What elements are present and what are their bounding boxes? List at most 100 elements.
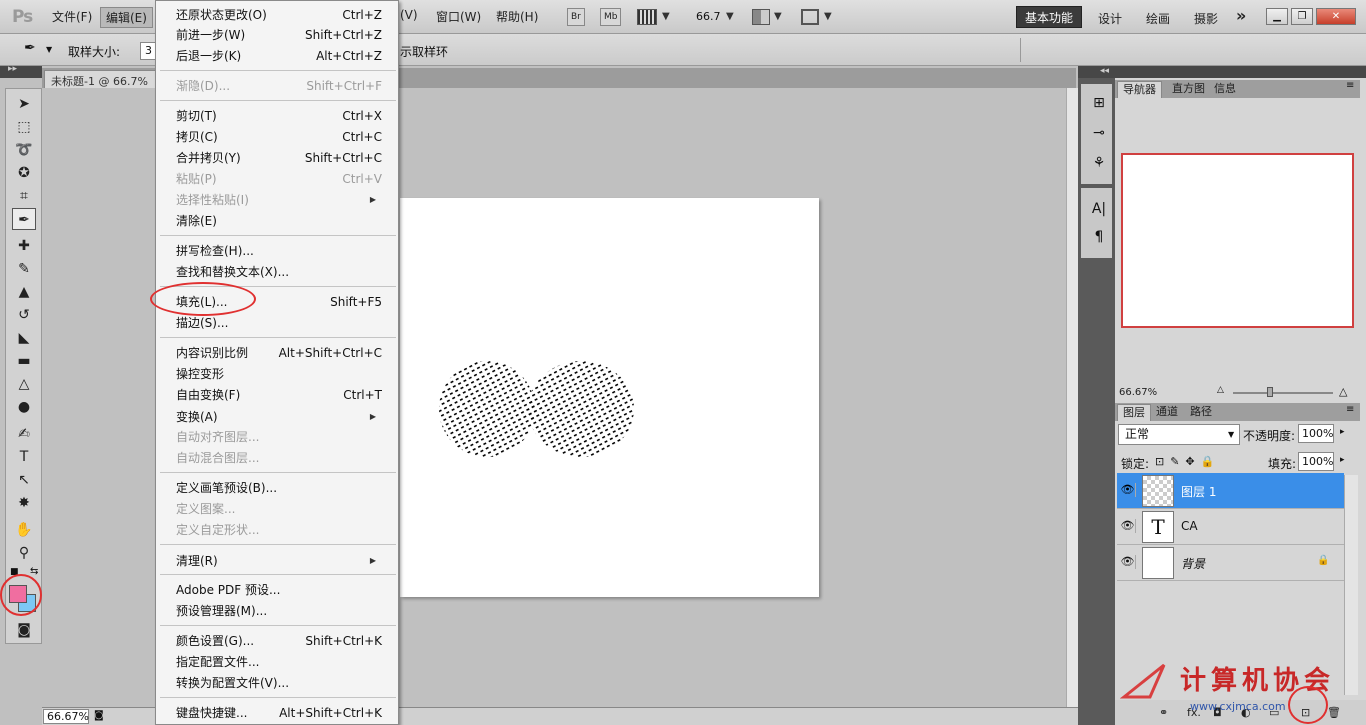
pen-tool-icon[interactable]: ✍ — [12, 423, 36, 445]
show-sampling-ring-label[interactable]: 示取样环 — [400, 43, 448, 60]
blend-mode-dropdown[interactable]: 正常 — [1118, 424, 1240, 445]
panel-menu-icon[interactable]: ≡ — [1346, 404, 1354, 415]
layer-row[interactable]: 👁 T CA — [1117, 509, 1344, 545]
menu-item[interactable]: 拼写检查(H)... — [176, 241, 382, 261]
screen-mode-icon[interactable] — [801, 9, 819, 25]
move-tool-icon[interactable]: ➤ — [12, 93, 36, 115]
menu-item[interactable]: 定义自定形状... — [176, 520, 382, 540]
mini-bridge-button[interactable]: Mb — [600, 8, 622, 26]
menu-item[interactable]: 自由变换(F) Ctrl+T — [176, 385, 382, 405]
menu-window[interactable]: 窗口(W) — [436, 8, 481, 25]
menu-item[interactable]: 转换为配置文件(V)... — [176, 673, 382, 693]
chevron-right-icon[interactable]: ▸ — [1340, 427, 1345, 437]
layer-name[interactable]: 背景 — [1181, 555, 1205, 572]
marquee-tool-icon[interactable]: ⬚ — [12, 116, 36, 138]
menu-item[interactable]: 剪切(T) Ctrl+X — [176, 106, 382, 126]
fill-field[interactable]: 100% — [1298, 452, 1334, 471]
arrange-documents-icon[interactable] — [752, 9, 770, 25]
navigator-preview[interactable] — [1121, 153, 1354, 328]
blur-tool-icon[interactable]: △ — [12, 373, 36, 395]
menu-item[interactable]: 前进一步(W) Shift+Ctrl+Z — [176, 25, 382, 45]
menu-edit[interactable]: 编辑(E) — [100, 7, 153, 28]
history-panel-icon[interactable]: ⊞ — [1087, 92, 1111, 114]
gradient-tool-icon[interactable]: ▬ — [12, 350, 36, 372]
tab-paths[interactable]: 路径 — [1185, 404, 1217, 421]
zoom-out-icon[interactable]: △ — [1217, 385, 1224, 395]
lock-icons[interactable]: ⊡✎✥🔒 — [1155, 455, 1220, 468]
zoom-tool-icon[interactable]: ⚲ — [12, 542, 36, 564]
history-brush-tool-icon[interactable]: ↺ — [12, 304, 36, 326]
menu-item[interactable]: 还原状态更改(O) Ctrl+Z — [176, 5, 382, 25]
path-selection-tool-icon[interactable]: ↖ — [12, 469, 36, 491]
toolbox-header[interactable]: ▸▸ — [0, 64, 42, 78]
dock-collapse-icon[interactable]: ◂◂ — [1078, 66, 1115, 78]
type-tool-icon[interactable]: T — [12, 446, 36, 468]
workspace-essentials[interactable]: 基本功能 — [1016, 6, 1082, 28]
layers-scrollbar[interactable] — [1344, 475, 1358, 695]
workspace-photography[interactable]: 摄影 — [1194, 10, 1218, 27]
character-panel-icon[interactable]: A| — [1087, 198, 1111, 220]
adjustments-panel-icon[interactable]: ⚘ — [1087, 152, 1111, 174]
document-canvas[interactable] — [400, 198, 819, 597]
menu-item[interactable]: 定义图案... — [176, 499, 382, 519]
menu-item[interactable]: 合并拷贝(Y) Shift+Ctrl+C — [176, 148, 382, 168]
quick-selection-tool-icon[interactable]: ✪ — [12, 162, 36, 184]
quick-mask-icon[interactable]: ◙ — [12, 619, 36, 641]
paragraph-panel-icon[interactable]: ¶ — [1087, 226, 1111, 248]
menu-item[interactable]: 颜色设置(G)... Shift+Ctrl+K — [176, 631, 382, 651]
tab-info[interactable]: 信息 — [1209, 81, 1241, 98]
lasso-tool-icon[interactable]: ➰ — [12, 139, 36, 161]
opacity-field[interactable]: 100% — [1298, 424, 1334, 443]
hand-tool-icon[interactable]: ✋ — [12, 519, 36, 541]
document-tab[interactable]: 未标题-1 @ 66.7% — [44, 70, 156, 88]
sample-size-dropdown[interactable]: 3 — [140, 42, 156, 60]
menu-item[interactable]: 描边(S)... — [176, 313, 382, 333]
chevron-down-icon[interactable]: ▼ — [1228, 430, 1234, 439]
menu-item[interactable]: 选择性粘贴(I) ▶ — [176, 190, 382, 210]
workspace-painting[interactable]: 绘画 — [1146, 10, 1170, 27]
tab-navigator[interactable]: 导航器 — [1117, 81, 1162, 98]
menu-item[interactable]: 预设管理器(M)... — [176, 601, 382, 621]
swap-colors-icon[interactable]: ⇆ — [30, 566, 38, 577]
eye-icon[interactable]: 👁 — [1120, 555, 1136, 569]
menu-item[interactable]: 内容识别比例 Alt+Shift+Ctrl+C — [176, 343, 382, 363]
status-zoom-field[interactable]: 66.67% — [43, 709, 89, 724]
menu-item[interactable]: 键盘快捷键... Alt+Shift+Ctrl+K — [176, 703, 382, 723]
crop-tool-icon[interactable]: ⌗ — [12, 185, 36, 207]
link-layers-icon[interactable]: ⚭ — [1159, 706, 1168, 719]
layer-row[interactable]: 👁 图层 1 — [1117, 473, 1344, 509]
chevron-down-icon[interactable]: ▼ — [662, 11, 670, 22]
menu-item[interactable]: 清除(E) — [176, 211, 382, 231]
tab-layers[interactable]: 图层 — [1117, 404, 1151, 421]
navigator-zoom-value[interactable]: 66.67% — [1119, 387, 1157, 398]
menu-view[interactable]: (V) — [400, 8, 418, 22]
menu-item[interactable]: 拷贝(C) Ctrl+C — [176, 127, 382, 147]
panel-menu-icon[interactable]: ≡ — [1346, 80, 1354, 91]
restore-icon[interactable]: ❐ — [1291, 8, 1313, 25]
layer-name[interactable]: CA — [1181, 519, 1198, 533]
eyedropper-tool-icon[interactable]: ✒ — [12, 208, 36, 230]
eraser-tool-icon[interactable]: ◣ — [12, 327, 36, 349]
menu-item[interactable]: 渐隐(D)... Shift+Ctrl+F — [176, 76, 382, 96]
dodge-tool-icon[interactable]: ● — [12, 396, 36, 418]
menu-item[interactable]: 清理(R) ▶ — [176, 551, 382, 571]
chevron-down-icon[interactable]: ▼ — [726, 11, 734, 22]
chevron-down-icon[interactable]: ▼ — [46, 45, 52, 54]
zoom-level[interactable]: 66.7 — [696, 10, 721, 23]
brush-tool-icon[interactable]: ✎ — [12, 258, 36, 280]
menu-item[interactable]: 查找和替换文本(X)... — [176, 262, 382, 282]
close-icon[interactable]: ✕ — [1316, 8, 1356, 25]
menu-item[interactable]: 操控变形 — [176, 364, 382, 384]
minimize-icon[interactable]: ▁ — [1266, 8, 1288, 25]
menu-item[interactable]: 自动混合图层... — [176, 448, 382, 468]
menu-item[interactable]: 后退一步(K) Alt+Ctrl+Z — [176, 46, 382, 66]
vertical-scrollbar[interactable] — [1066, 88, 1078, 707]
zoom-slider[interactable] — [1233, 392, 1333, 394]
brush-panel-icon[interactable]: ⊸ — [1087, 122, 1111, 144]
more-workspaces-icon[interactable]: » — [1236, 6, 1246, 25]
workspace-design[interactable]: 设计 — [1098, 10, 1122, 27]
layer-name[interactable]: 图层 1 — [1181, 483, 1216, 500]
eye-icon[interactable]: 👁 — [1120, 519, 1136, 533]
healing-brush-tool-icon[interactable]: ✚ — [12, 235, 36, 257]
menu-item[interactable]: 自动对齐图层... — [176, 427, 382, 447]
